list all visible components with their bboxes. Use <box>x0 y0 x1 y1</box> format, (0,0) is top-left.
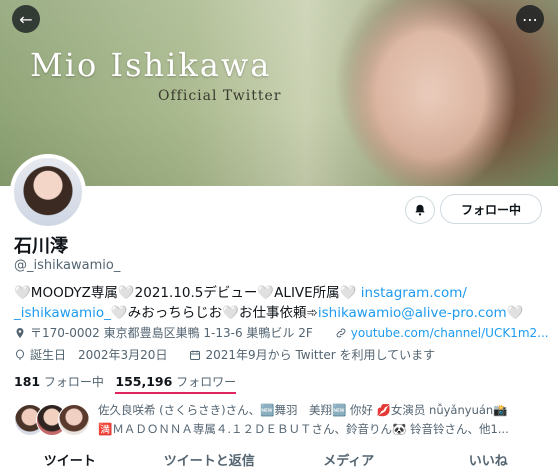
followed-by-line-2: 🈵ＭＡＤＯＮＮＡ専属４.１２ＤＥＢＵＴさん、鈴音りん🐼 铃音铃さん、他1... <box>98 422 509 436</box>
following-link[interactable]: 181 フォロー中 <box>14 374 104 389</box>
bio-text-2: 🤍みおっちらじお🤍お仕事依頼➾ <box>110 305 318 321</box>
notifications-button[interactable] <box>405 196 435 224</box>
more-options-button[interactable]: ⋯ <box>516 5 544 33</box>
tab-tweets-and-replies[interactable]: ツイートと返信 <box>140 446 280 474</box>
follow-counts: 181 フォロー中 155,196 フォロワー <box>14 373 237 394</box>
profile-bio: 🤍MOODYZ専属🤍2021.10.5デビュー🤍ALIVE所属🤍 instagr… <box>14 283 544 323</box>
followers-link[interactable]: 155,196 フォロワー <box>115 373 237 394</box>
tab-tweets[interactable]: ツイート <box>0 446 140 474</box>
profile-meta-row-1: 〒170-0002 東京都豊島区巣鴨 1-13-6 巣鴨ビル 2F youtub… <box>14 324 554 341</box>
user-handle: @_ishikawamio_ <box>14 258 121 273</box>
tab-likes[interactable]: いいね <box>419 446 558 474</box>
bio-line-2: _ishikawamio_🤍みおっちらじお🤍お仕事依頼➾ishikawamio@… <box>14 303 544 323</box>
profile-meta-row-2: 誕生日 2002年3月20日 2021年9月から Twitter を利用していま… <box>14 346 554 363</box>
header-banner: Mio Ishikawa Official Twitter <box>0 0 558 186</box>
location-pin-icon <box>16 327 24 338</box>
profile-avatar[interactable] <box>10 154 86 230</box>
followers-underline <box>115 392 237 394</box>
birthday-text: 誕生日 2002年3月20日 <box>30 348 168 362</box>
instagram-link[interactable]: instagram.com/ <box>361 285 467 301</box>
bio-text-end: 🤍 <box>506 305 524 321</box>
location-text: 〒170-0002 東京都豊島区巣鴨 1-13-6 巣鴨ビル 2F <box>30 326 313 340</box>
joined-text: 2021年9月から Twitter を利用しています <box>205 348 436 362</box>
balloon-icon <box>16 349 24 360</box>
following-count: 181 <box>14 374 41 389</box>
back-button[interactable]: ← <box>12 5 40 33</box>
calendar-icon <box>190 350 201 360</box>
profile-tabs: ツイート ツイートと返信 メディア いいね <box>0 446 558 474</box>
follow-status-button[interactable]: フォロー中 <box>440 194 542 224</box>
mutual-followers-avatars[interactable] <box>14 404 94 436</box>
banner-subtitle: Official Twitter <box>158 88 282 104</box>
followed-by-line-1: 佐久良咲希 (さくらさき)さん、🆕舞羽 美翔🆕 你好 💋女演员 nǚyǎnyuá… <box>98 403 508 417</box>
more-icon: ⋯ <box>522 9 538 29</box>
email-link[interactable]: ishikawamio@alive-pro.com <box>318 305 507 321</box>
banner-title: Mio Ishikawa <box>30 46 272 84</box>
website-link[interactable]: youtube.com/channel/UCK1m2... <box>351 326 549 340</box>
bell-icon <box>415 204 425 216</box>
back-arrow-icon: ← <box>19 9 33 29</box>
bio-text-1: 🤍MOODYZ専属🤍2021.10.5デビュー🤍ALIVE所属🤍 <box>14 285 357 301</box>
following-label: フォロー中 <box>43 375 104 389</box>
tab-media[interactable]: メディア <box>279 446 419 474</box>
instagram-link-cont[interactable]: _ishikawamio_ <box>14 305 111 321</box>
followers-count: 155,196 <box>115 374 173 389</box>
followers-label: フォロワー <box>176 375 237 389</box>
bio-line-1: 🤍MOODYZ専属🤍2021.10.5デビュー🤍ALIVE所属🤍 instagr… <box>14 283 544 303</box>
link-icon <box>336 328 346 337</box>
avatar <box>58 404 90 436</box>
display-name: 石川澪 <box>14 236 68 257</box>
followed-by-text[interactable]: 佐久良咲希 (さくらさき)さん、🆕舞羽 美翔🆕 你好 💋女演员 nǚyǎnyuá… <box>98 401 548 439</box>
